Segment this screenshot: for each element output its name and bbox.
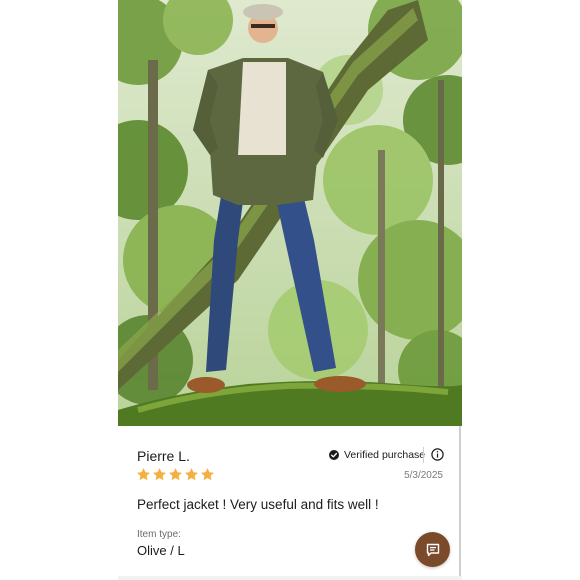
star-icon (185, 468, 198, 481)
item-type-label: Item type: (137, 529, 181, 540)
verified-purchase-badge: Verified purchase (329, 449, 425, 461)
star-icon (137, 468, 150, 481)
reviewer-name: Pierre L. (137, 448, 190, 464)
info-icon[interactable] (431, 448, 444, 461)
check-circle-icon (329, 450, 339, 460)
review-card: Pierre L. Verified purchase 5/3/2025 Per… (118, 0, 462, 580)
review-date: 5/3/2025 (404, 470, 443, 481)
star-icon (153, 468, 166, 481)
review-photo[interactable] (118, 0, 462, 426)
star-icon (169, 468, 182, 481)
bottom-edge (118, 576, 462, 580)
star-icon (201, 468, 214, 481)
chat-icon (426, 543, 439, 556)
review-text: Perfect jacket ! Very useful and fits we… (137, 497, 379, 512)
review-photo-image (118, 0, 462, 426)
item-type-value: Olive / L (137, 543, 185, 558)
divider (423, 447, 424, 463)
chat-button[interactable] (415, 532, 450, 567)
star-rating (136, 467, 215, 482)
scrollbar[interactable] (459, 426, 461, 576)
verified-purchase-label: Verified purchase (344, 449, 426, 461)
